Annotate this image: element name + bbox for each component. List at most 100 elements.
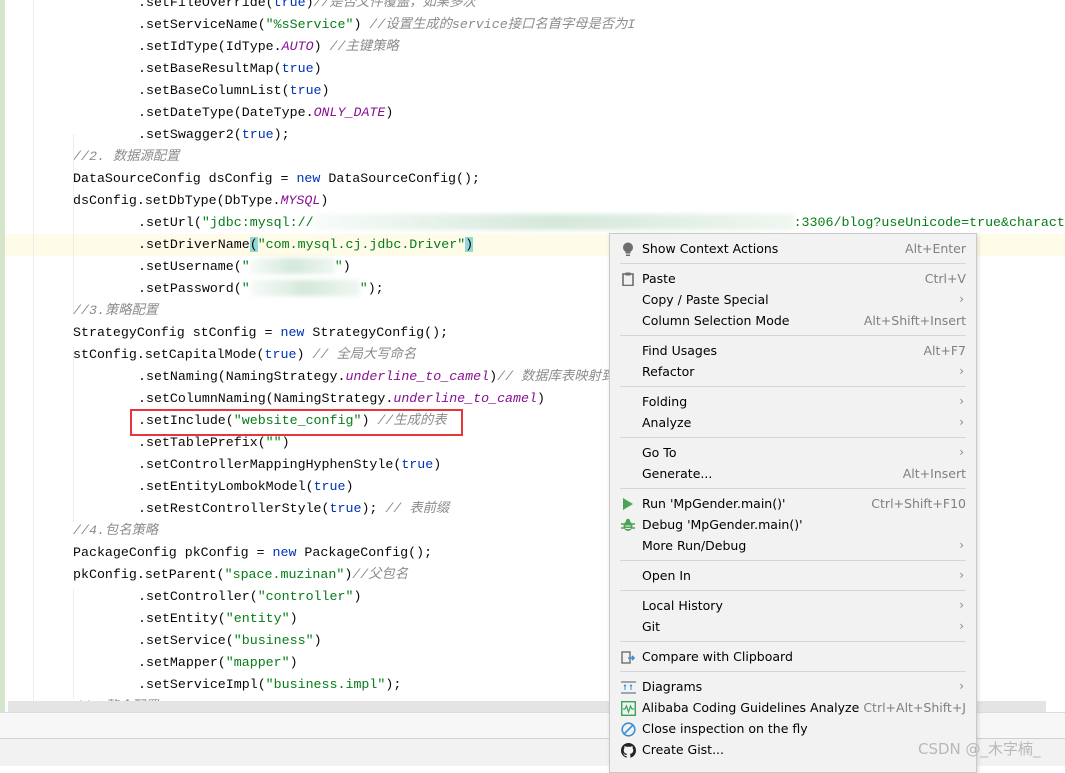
code-token: //设置生成的service接口名首字母是否为I — [369, 17, 636, 32]
code-token: .setSwagger2( — [138, 127, 242, 142]
code-token: "entity" — [225, 611, 290, 626]
code-token: ) — [321, 83, 330, 98]
code-token: "jdbc:mysql:// — [201, 215, 314, 230]
menu-item-label: Go To — [642, 445, 677, 460]
indent-guide — [73, 589, 74, 699]
code-token: //4.包名策略 — [73, 523, 159, 538]
code-token: ) — [313, 39, 330, 54]
code-token: .setUsername( — [138, 259, 242, 274]
menu-separator — [620, 386, 966, 387]
code-token: ) — [345, 479, 354, 494]
code-line: stConfig.setCapitalMode(true) // 全局大写命名 — [73, 344, 416, 366]
code-token: " — [241, 259, 250, 274]
menu-item-folding[interactable]: Folding › — [610, 391, 976, 412]
menu-item-shortcut: Ctrl+Shift+F10 — [871, 496, 966, 511]
code-token: "space.muzinan" — [224, 567, 345, 582]
code-token: underline_to_camel — [345, 369, 490, 384]
menu-item-generate[interactable]: Generate... Alt+Insert — [610, 463, 976, 484]
code-line: DataSourceConfig dsConfig = new DataSour… — [73, 168, 480, 190]
menu-item-label: Refactor — [642, 364, 695, 379]
code-token: DataSourceConfig dsConfig = — [73, 171, 297, 186]
code-token: .setIdType(IdType. — [138, 39, 282, 54]
code-token: .setFileOverride( — [138, 0, 274, 10]
menu-item-label: Compare with Clipboard — [642, 649, 793, 664]
menu-item-label: Find Usages — [642, 343, 718, 358]
menu-item-label: Run 'MpGender.main()' — [642, 496, 786, 511]
code-line: .setRestControllerStyle(true); // 表前缀 — [138, 498, 449, 520]
code-token: :3306/blog?useUnicode=true&characterEnco… — [793, 215, 1065, 230]
code-token: true — [313, 479, 346, 494]
menu-item-paste[interactable]: Paste Ctrl+V — [610, 268, 976, 289]
run-icon — [620, 496, 636, 512]
code-line: .setServiceName("%sService") //设置生成的serv… — [138, 14, 635, 36]
chevron-right-icon: › — [959, 568, 964, 582]
code-token: "business" — [233, 633, 314, 648]
code-token: ) — [536, 391, 545, 406]
code-token: .setBaseColumnList( — [138, 83, 290, 98]
menu-item-alibaba-coding-guidelines-analyze[interactable]: Alibaba Coding Guidelines Analyze Ctrl+Al… — [610, 697, 976, 718]
menu-item-label: More Run/Debug — [642, 538, 747, 553]
menu-item-refactor[interactable]: Refactor › — [610, 361, 976, 382]
menu-item-copy-paste-special[interactable]: Copy / Paste Special › — [610, 289, 976, 310]
code-token: ) — [281, 435, 290, 450]
menu-item-column-selection-mode[interactable]: Column Selection Mode Alt+Shift+Insert — [610, 310, 976, 331]
code-token: //是否文件覆盖，如果多次 — [313, 0, 476, 10]
code-line: .setDriverName("com.mysql.cj.jdbc.Driver… — [138, 234, 474, 256]
menu-item-find-usages[interactable]: Find Usages Alt+F7 — [610, 340, 976, 361]
menu-item-open-in[interactable]: Open In › — [610, 565, 976, 586]
code-token: ONLY_DATE — [313, 105, 386, 120]
code-token: // 表前缀 — [385, 501, 450, 516]
code-line: .setEntityLombokModel(true) — [138, 476, 353, 498]
code-token: // 数据库表映射到 — [497, 369, 615, 384]
chevron-right-icon: › — [959, 538, 964, 552]
code-token: .setController( — [138, 589, 258, 604]
code-token: //2. 数据源配置 — [73, 149, 180, 164]
code-token: ); — [273, 127, 290, 142]
code-line: .setUrl("jdbc:mysql://:3306/blog?useUnic… — [138, 212, 1065, 234]
menu-item-analyze[interactable]: Analyze › — [610, 412, 976, 433]
code-token: true — [401, 457, 434, 472]
menu-item-debug-mpgender-main[interactable]: Debug 'MpGender.main()' — [610, 514, 976, 535]
code-token: .setControllerMappingHyphenStyle( — [138, 457, 402, 472]
no-inspection-icon — [620, 721, 636, 737]
code-line: .setColumnNaming(NamingStrategy.underlin… — [138, 388, 545, 410]
code-token: MYSQL — [280, 193, 321, 208]
code-line: //4.包名策略 — [73, 520, 158, 542]
code-token: ) — [320, 193, 329, 208]
code-token: PackageConfig(); — [296, 545, 433, 560]
change-marker-strip — [0, 0, 5, 712]
code-line: .setIdType(IdType.AUTO) //主键策略 — [138, 36, 399, 58]
code-token: new — [272, 545, 297, 560]
menu-separator — [620, 437, 966, 438]
debug-icon — [620, 517, 636, 533]
menu-item-label: Show Context Actions — [642, 241, 779, 256]
chevron-right-icon: › — [959, 292, 964, 306]
code-line: .setBaseResultMap(true) — [138, 58, 322, 80]
code-token: true — [289, 83, 322, 98]
code-line: //2. 数据源配置 — [73, 146, 179, 168]
code-token: .setDriverName — [138, 237, 250, 252]
code-token: "com.mysql.cj.jdbc.Driver" — [257, 237, 466, 252]
menu-item-label: Generate... — [642, 466, 713, 481]
code-token: ) — [465, 237, 474, 252]
menu-item-go-to[interactable]: Go To › — [610, 442, 976, 463]
code-line: PackageConfig pkConfig = new PackageConf… — [73, 542, 432, 564]
menu-item-local-history[interactable]: Local History › — [610, 595, 976, 616]
code-token: .setService( — [138, 633, 234, 648]
code-line: .setPassword(" "); — [138, 278, 384, 300]
menu-item-git[interactable]: Git › — [610, 616, 976, 637]
menu-item-run-mpgender-main[interactable]: Run 'MpGender.main()' Ctrl+Shift+F10 — [610, 493, 976, 514]
menu-item-compare-with-clipboard[interactable]: Compare with Clipboard — [610, 646, 976, 667]
menu-item-label: Folding — [642, 394, 688, 409]
menu-item-more-run-debug[interactable]: More Run/Debug › — [610, 535, 976, 556]
menu-item-label: Column Selection Mode — [642, 313, 790, 328]
code-token: .setPassword( — [138, 281, 242, 296]
code-line: .setDateType(DateType.ONLY_DATE) — [138, 102, 393, 124]
menu-item-close-inspection-on-the-fly[interactable]: Close inspection on the fly — [610, 718, 976, 739]
code-token: ); — [367, 281, 384, 296]
code-token: true — [264, 347, 297, 362]
menu-item-show-context-actions[interactable]: Show Context Actions Alt+Enter — [610, 238, 976, 259]
code-line: .setFileOverride(true)//是否文件覆盖，如果多次 — [138, 0, 476, 14]
menu-item-diagrams[interactable]: Diagrams › — [610, 676, 976, 697]
chevron-right-icon: › — [959, 619, 964, 633]
